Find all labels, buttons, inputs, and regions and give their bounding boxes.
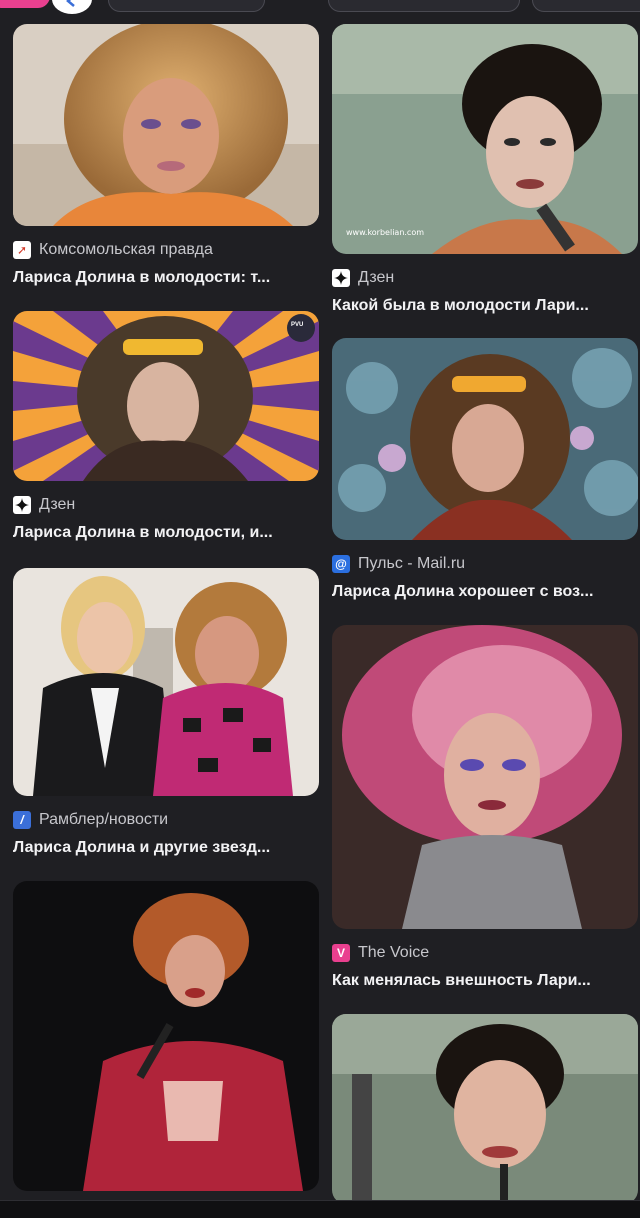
filter-chip-strip [0,0,640,14]
result-thumbnail[interactable]: www.korbelian.com [332,24,638,254]
result-title[interactable]: Лариса Долина и другие звезд... [13,839,313,857]
filter-chip-2[interactable] [328,0,520,12]
image-result-card[interactable] [332,1014,638,1204]
results-column-right: www.korbelian.com Дзен Какой была в моло… [332,24,638,1204]
result-thumbnail[interactable] [13,568,319,796]
rambler-logo-icon: / [13,811,31,829]
watermark-text: www.korbelian.com [346,228,425,237]
dzen-logo-icon [332,269,350,287]
image-result-card[interactable]: / Рамблер/новости Лариса Долина и другие… [13,568,319,857]
filter-chip-3[interactable] [532,0,640,12]
results-column-left: ➚ Комсомольская правда Лариса Долина в м… [13,24,319,1191]
image-result-card[interactable]: www.korbelian.com Дзен Какой была в моло… [332,24,638,315]
result-source[interactable]: Комсомольская правда [39,241,213,259]
result-title[interactable]: Как менялась внешность Лари... [332,972,632,990]
result-thumbnail[interactable] [332,1014,638,1204]
result-title[interactable]: Какой была в молодости Лари... [332,297,632,315]
result-source[interactable]: Дзен [358,269,394,287]
back-arrow-icon [66,0,75,7]
image-result-card[interactable] [13,881,319,1191]
result-title[interactable]: Лариса Долина хорошеет с воз... [332,583,632,601]
result-source[interactable]: The Voice [358,944,429,962]
mail-at-icon: @ [332,555,350,573]
result-thumbnail[interactable]: PVU [13,311,319,481]
voice-logo-icon: V [332,944,350,962]
result-thumbnail[interactable] [332,625,638,929]
pvu-badge-label: PVU [291,322,304,328]
image-result-card[interactable]: V The Voice Как менялась внешность Лари.… [332,625,638,990]
bottom-navigation-bar [0,1200,640,1218]
result-thumbnail[interactable] [13,24,319,226]
dzen-logo-icon [13,496,31,514]
image-result-card[interactable]: @ Пульс - Mail.ru Лариса Долина хорошеет… [332,338,638,601]
image-result-card[interactable]: PVU Дзен Лариса Долина в молодости, и... [13,311,319,542]
result-source[interactable]: Пульс - Mail.ru [358,555,465,573]
result-source[interactable]: Дзен [39,496,75,514]
result-thumbnail[interactable] [332,338,638,540]
filter-chip-1[interactable] [108,0,265,12]
result-thumbnail[interactable] [13,881,319,1191]
image-result-card[interactable]: ➚ Комсомольская правда Лариса Долина в м… [13,24,319,287]
result-title[interactable]: Лариса Долина в молодости, и... [13,524,313,542]
kp-logo-icon: ➚ [13,241,31,259]
result-title[interactable]: Лариса Долина в молодости: т... [13,269,313,287]
filter-chip-active[interactable] [0,0,50,8]
result-source[interactable]: Рамблер/новости [39,811,168,829]
